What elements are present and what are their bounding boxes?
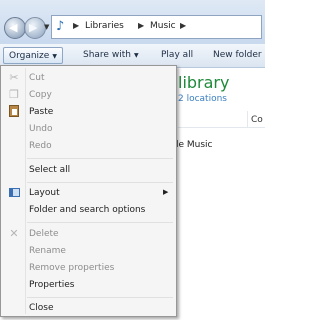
menu-item-label: Layout (29, 188, 60, 198)
menu-item-label: Remove properties (29, 263, 115, 273)
menu-separator (27, 182, 173, 183)
menu-item-label: Cut (29, 73, 45, 83)
back-arrow-icon: ◀ (9, 21, 18, 34)
address-box[interactable]: ♪ ▶ Libraries ▶ Music ▶ (51, 15, 262, 39)
organize-button[interactable]: Organize ▼ (3, 47, 63, 64)
new-folder-label: New folder (213, 50, 262, 60)
menu-item-properties[interactable]: Properties (3, 277, 174, 294)
menu-item-layout[interactable]: Layout ▶ (3, 185, 174, 202)
list-item[interactable]: le Music (176, 140, 213, 150)
address-bar-region: ◀ ▶ ▼ ♪ ▶ Libraries ▶ Music ▶ (0, 0, 265, 44)
copy-icon: ❐ (9, 88, 19, 101)
paste-icon (9, 105, 19, 117)
menu-item-label: Paste (29, 107, 54, 117)
menu-item-select-all[interactable]: Select all (3, 162, 174, 179)
menu-item-label: Delete (29, 229, 59, 239)
breadcrumb-libraries[interactable]: Libraries (85, 21, 124, 31)
chevron-down-icon: ▼ (52, 53, 57, 60)
layout-icon (9, 188, 20, 197)
menu-item-copy[interactable]: ❐ Copy (3, 87, 174, 104)
scissors-icon: ✂ (9, 71, 19, 84)
menu-item-rename[interactable]: Rename (3, 243, 174, 260)
menu-item-label: Select all (29, 165, 71, 175)
menu-item-label: Folder and search options (29, 205, 146, 215)
menu-separator (27, 158, 173, 159)
new-folder-button[interactable]: New folder (208, 47, 267, 64)
breadcrumb-separator-icon[interactable]: ▶ (138, 21, 144, 30)
menu-item-close[interactable]: Close (3, 300, 174, 317)
back-button[interactable]: ◀ (4, 17, 26, 39)
delete-x-icon: ✕ (9, 227, 19, 240)
menu-separator (27, 297, 173, 298)
recent-pages-dropdown-icon[interactable]: ▼ (44, 23, 49, 31)
menu-item-cut[interactable]: ✂ Cut (3, 70, 174, 87)
menu-separator (27, 222, 173, 223)
menu-item-label: Rename (29, 246, 66, 256)
menu-item-label: Copy (29, 90, 52, 100)
library-locations-link[interactable]: 2 locations (178, 94, 227, 104)
menu-item-remove-properties[interactable]: Remove properties (3, 260, 174, 277)
menu-item-folder-options[interactable]: Folder and search options (3, 202, 174, 219)
chevron-down-icon: ▼ (133, 52, 139, 59)
share-with-button[interactable]: Share with ▼ (78, 47, 144, 64)
share-with-label: Share with (83, 50, 131, 60)
music-note-icon: ♪ (56, 19, 65, 34)
submenu-arrow-icon: ▶ (163, 188, 169, 196)
forward-button[interactable]: ▶ (24, 17, 46, 39)
menu-item-redo[interactable]: Redo (3, 138, 174, 155)
menu-item-label: Undo (29, 124, 53, 134)
play-all-label: Play all (161, 50, 194, 60)
menu-item-label: Redo (29, 141, 52, 151)
organize-menu: ✂ Cut ❐ Copy Paste Undo Redo Select all … (0, 65, 177, 317)
menu-item-label: Close (29, 303, 54, 313)
menu-item-paste[interactable]: Paste (3, 104, 174, 121)
breadcrumb-music[interactable]: Music (150, 21, 176, 31)
library-title: library (178, 73, 230, 92)
breadcrumb-separator-icon[interactable]: ▶ (73, 21, 79, 30)
menu-item-delete[interactable]: ✕ Delete (3, 226, 174, 243)
play-all-button[interactable]: Play all (156, 47, 198, 64)
organize-label: Organize (9, 51, 50, 61)
column-header-co[interactable]: Co (251, 115, 263, 125)
column-divider[interactable] (247, 111, 248, 127)
breadcrumb-separator-icon[interactable]: ▶ (180, 21, 186, 30)
menu-item-label: Properties (29, 280, 75, 290)
menu-item-undo[interactable]: Undo (3, 121, 174, 138)
forward-arrow-icon: ▶ (29, 21, 38, 34)
